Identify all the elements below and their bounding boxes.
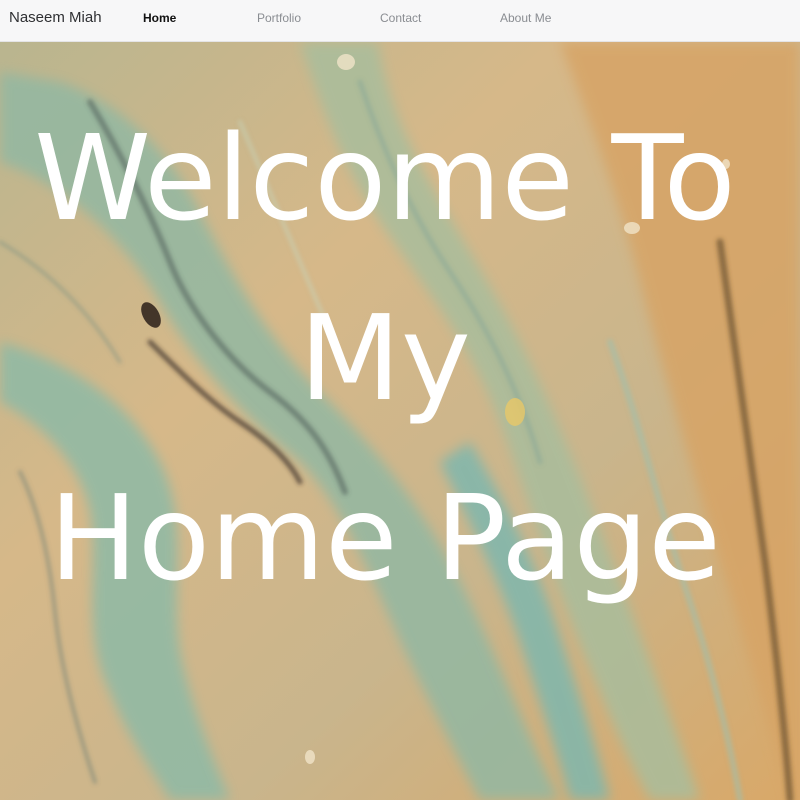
nav-link-contact[interactable]: Contact [380, 11, 421, 25]
nav-link-about-me[interactable]: About Me [500, 11, 551, 25]
brand-link[interactable]: Naseem Miah [9, 9, 102, 26]
hero-title-line-3: Home Page [49, 469, 721, 607]
top-navbar: Naseem Miah Home Portfolio Contact About… [0, 0, 800, 42]
hero-title: Welcome To My Home Page [0, 88, 770, 628]
nav-link-home[interactable]: Home [143, 11, 176, 25]
hero-title-line-1: Welcome To [34, 109, 736, 247]
hero-section: Welcome To My Home Page [0, 42, 800, 800]
hero-title-line-2: My [299, 289, 471, 427]
nav-link-portfolio[interactable]: Portfolio [257, 11, 301, 25]
